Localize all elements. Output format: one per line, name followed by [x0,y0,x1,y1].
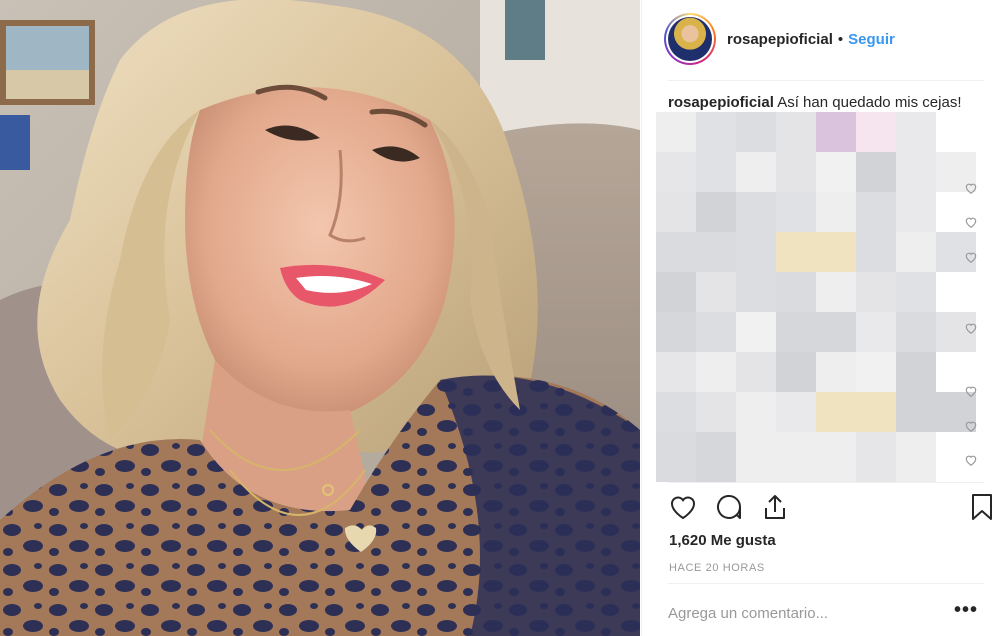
pixel-block [896,152,936,192]
pixel-block [776,432,816,482]
comment-like-heart-icon[interactable] [964,250,978,264]
selfie-image [0,0,640,636]
comment-like-heart-icon[interactable] [964,384,978,398]
pixel-block [656,352,696,392]
more-options-icon[interactable]: ••• [954,600,978,620]
pixel-block [736,192,776,232]
pixel-block [656,232,696,272]
pixel-block [776,352,816,392]
comment-form: ••• [668,598,978,628]
pixel-block [656,192,696,232]
pixel-block [816,312,856,352]
pixel-block [696,392,736,432]
pixel-block [736,112,776,152]
pixel-block [656,112,696,152]
pixel-block [656,432,696,482]
pixel-block [776,152,816,192]
pixel-block [656,152,696,192]
post-caption: rosapepioficial Así han quedado mis ceja… [668,94,962,111]
comment-like-heart-icon[interactable] [964,419,978,433]
comment-input[interactable] [668,604,928,622]
likes-count[interactable]: 1,620 Me gusta [669,532,776,549]
post-actions [668,492,992,524]
pixel-block [736,232,776,272]
post-header: rosapepioficial • Seguir [664,13,895,65]
pixel-block [896,112,936,152]
comment-like-heart-icon[interactable] [964,215,978,229]
pixel-block [896,432,936,482]
pixel-block [816,232,856,272]
pixel-block [656,312,696,352]
pixel-block [696,112,736,152]
actions-divider [668,482,984,483]
pixel-block [856,112,896,152]
pixel-block [856,192,896,232]
pixel-block [816,152,856,192]
pixel-block [896,272,936,312]
pixel-block [896,232,936,272]
pixel-block [656,272,696,312]
comment-icon[interactable] [714,492,744,522]
pixel-block [856,352,896,392]
pixel-block [856,432,896,482]
pixel-block [776,272,816,312]
pixel-block [816,272,856,312]
pixel-block [816,192,856,232]
post-sidebar: rosapepioficial • Seguir rosapepioficial… [641,0,1000,636]
username-link[interactable]: rosapepioficial [727,31,833,48]
post-timestamp: HACE 20 HORAS [669,562,765,574]
pixel-block [696,272,736,312]
pixel-block [736,152,776,192]
pixel-block [816,352,856,392]
censored-comments [656,112,976,482]
pixel-block [816,392,856,432]
pixel-block [816,112,856,152]
share-icon[interactable] [760,492,790,522]
pixel-block [856,272,896,312]
comment-like-heart-icon[interactable] [964,453,978,467]
pixel-block [696,352,736,392]
pixel-block [816,432,856,482]
bookmark-icon[interactable] [967,492,997,522]
pixel-block [896,312,936,352]
pixel-block [736,272,776,312]
comment-like-heart-icon[interactable] [964,181,978,195]
pixel-block [736,392,776,432]
comment-like-heart-icon[interactable] [964,321,978,335]
pixel-block [736,432,776,482]
pixel-block [696,312,736,352]
pixel-block [856,312,896,352]
pixel-block [776,312,816,352]
caption-username[interactable]: rosapepioficial [668,94,774,111]
pixel-block [896,192,936,232]
pixel-block [856,392,896,432]
pixel-block [736,352,776,392]
caption-text: Así han quedado mis cejas! [777,94,962,111]
post-photo[interactable] [0,0,640,636]
pixel-block [856,232,896,272]
pixel-block [656,392,696,432]
pixel-block [736,312,776,352]
heart-icon[interactable] [668,492,698,522]
pixel-block [856,152,896,192]
pixel-block [896,392,936,432]
pixel-block [696,152,736,192]
avatar[interactable] [664,13,716,65]
pixel-block [776,192,816,232]
header-divider [668,80,984,81]
pixel-block [696,232,736,272]
comment-divider [668,583,984,584]
pixel-block [776,392,816,432]
follow-button[interactable]: Seguir [848,31,895,48]
pixel-block [776,232,816,272]
pixel-block [776,112,816,152]
pixel-block [696,192,736,232]
pixel-block [896,352,936,392]
separator-dot: • [837,30,844,48]
pixel-block [696,432,736,482]
